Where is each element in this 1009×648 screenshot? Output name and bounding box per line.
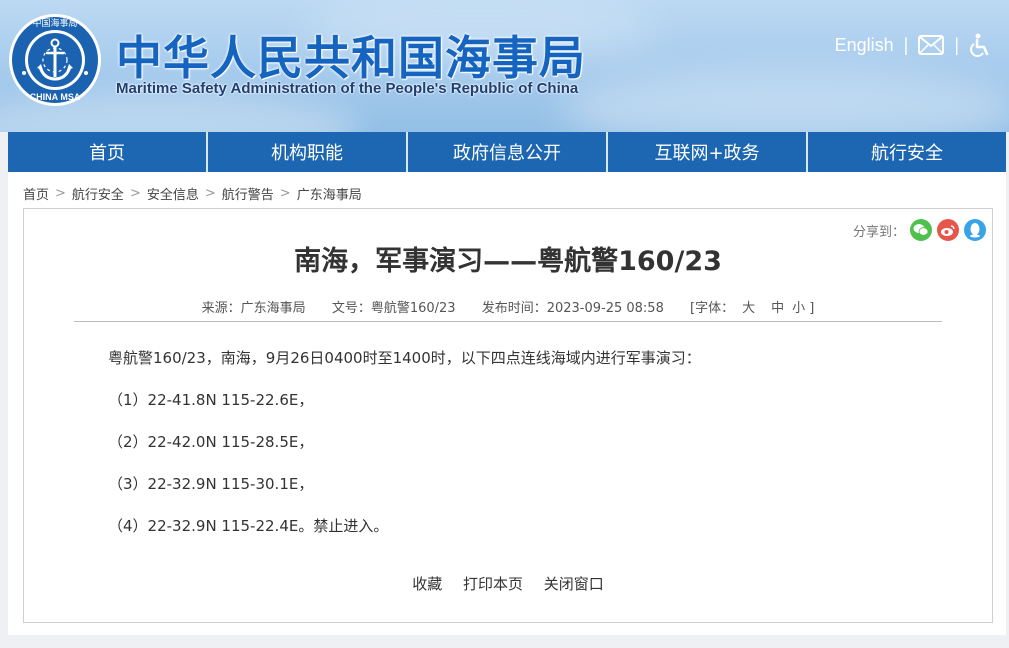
nav-item-functions[interactable]: 机构职能 xyxy=(208,132,408,172)
font-size-medium[interactable]: 中 xyxy=(771,301,784,316)
accessibility-icon[interactable] xyxy=(969,33,991,57)
top-separator: | xyxy=(903,34,909,55)
site-title-en: Maritime Safety Administration of the Pe… xyxy=(116,80,579,97)
nav-item-home[interactable]: 首页 xyxy=(8,132,208,172)
main-nav: 首页 机构职能 政府信息公开 互联网+政务 航行安全 xyxy=(8,132,1006,172)
font-size-small[interactable]: 小 ] xyxy=(792,301,814,316)
english-link[interactable]: English xyxy=(835,35,894,56)
font-size-label: [字体： xyxy=(690,301,735,316)
nav-item-internet-gov[interactable]: 互联网+政务 xyxy=(608,132,808,172)
article-title: 南海，军事演习——粤航警160/23 xyxy=(294,246,722,277)
title-divider xyxy=(74,321,942,322)
mail-icon[interactable] xyxy=(918,35,945,55)
print-link[interactable]: 打印本页 xyxy=(463,575,523,593)
top-separator: | xyxy=(954,34,959,55)
article-paragraph: （3）22-32.9N 115-30.1E， xyxy=(108,475,314,493)
close-window-link[interactable]: 关闭窗口 xyxy=(544,575,604,593)
header-cloud xyxy=(560,70,1009,132)
breadcrumb-separator: > xyxy=(55,186,66,201)
wechat-icon[interactable] xyxy=(910,219,932,241)
qq-icon[interactable] xyxy=(964,219,986,241)
article-paragraph: （1）22-41.8N 115-22.6E， xyxy=(108,391,314,409)
top-links: English | | xyxy=(835,33,991,57)
article-meta: 来源：广东海事局 文号：粤航警160/23 发布时间：2023-09-25 08… xyxy=(24,297,992,316)
breadcrumb: 首页 > 航行安全 > 安全信息 > 航行警告 > 广东海事局 xyxy=(23,184,362,203)
breadcrumb-item-nav-warning[interactable]: 航行警告 xyxy=(222,184,274,203)
logo-text-top: 中国海事局 xyxy=(32,17,77,29)
weibo-icon[interactable] xyxy=(937,219,959,241)
article-actions: 收藏 打印本页 关闭窗口 xyxy=(24,573,992,594)
favorite-link[interactable]: 收藏 xyxy=(412,575,442,593)
article-paragraph: 粤航警160/23，南海，9月26日0400时至1400时，以下四点连线海域内进… xyxy=(108,349,701,367)
site-title-cn[interactable]: 中华人民共和国海事局 xyxy=(116,22,586,88)
article-panel: 分享到： 南海，军事演习——粤航警160/23 来源：广东海事局 文号：粤航警1… xyxy=(23,208,993,623)
breadcrumb-item-safety-info[interactable]: 安全信息 xyxy=(147,184,199,203)
article-source: 来源：广东海事局 xyxy=(201,301,306,316)
breadcrumb-item-nav-safety[interactable]: 航行安全 xyxy=(72,184,124,203)
breadcrumb-item-home[interactable]: 首页 xyxy=(23,184,49,203)
msa-logo[interactable]: 中国海事局 CHINA MSA xyxy=(8,13,102,107)
msa-logo-icon: 中国海事局 CHINA MSA xyxy=(9,14,101,106)
breadcrumb-separator: > xyxy=(204,186,216,201)
share-bar: 分享到： xyxy=(853,219,986,241)
share-label: 分享到： xyxy=(852,224,905,240)
nav-item-nav-safety[interactable]: 航行安全 xyxy=(808,132,1006,172)
site-header: 中国海事局 CHINA MSA 中华人民共和国海事局 Maritime Safe… xyxy=(0,0,1009,132)
breadcrumb-item-guangdong[interactable]: 广东海事局 xyxy=(297,184,362,203)
content-card: 首页 > 航行安全 > 安全信息 > 航行警告 > 广东海事局 分享到： 南海，… xyxy=(8,172,1006,635)
article-published-time: 发布时间：2023-09-25 08:58 xyxy=(481,301,664,316)
article-paragraph: （4）22-32.9N 115-22.4E。禁止进入。 xyxy=(108,517,389,535)
article-doc-number: 文号：粤航警160/23 xyxy=(331,301,456,316)
breadcrumb-separator: > xyxy=(279,186,291,201)
article-paragraph: （2）22-42.0N 115-28.5E， xyxy=(108,433,314,451)
font-size-control: [字体： 大 中小 ] xyxy=(690,301,814,316)
logo-text-bottom: CHINA MSA xyxy=(30,92,81,102)
nav-item-gov-info[interactable]: 政府信息公开 xyxy=(408,132,608,172)
font-size-large[interactable]: 大 xyxy=(742,301,755,316)
article-body: 粤航警160/23，南海，9月26日0400时至1400时，以下四点连线海域内进… xyxy=(108,347,948,557)
breadcrumb-separator: > xyxy=(129,186,141,201)
